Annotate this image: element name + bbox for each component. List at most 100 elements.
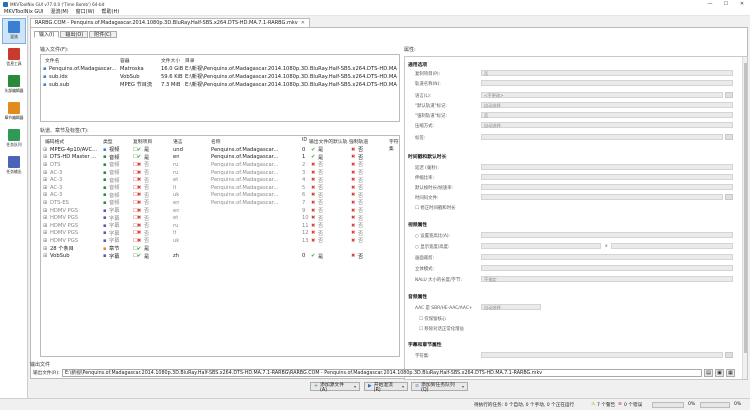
track-row[interactable]: ⊞ HDMV PGS ▪ 字幕 ☐ ✖ 否 lt 12 ✖ 否 ✖ 否 (41, 230, 399, 238)
chevron-down-icon[interactable]: ▾ (462, 384, 464, 389)
track-row[interactable]: ⊞ HDMV PGS ▪ 字幕 ☐ ✖ 否 ru 11 ✖ 否 ✖ 否 (41, 222, 399, 230)
menu-mux[interactable]: 混流(M) (50, 8, 68, 15)
charset-select[interactable] (481, 352, 723, 358)
language-select[interactable]: <不更改> (481, 92, 723, 98)
compression-select[interactable]: 自动选择 (481, 122, 733, 128)
errors-count[interactable]: 0 个错误 (624, 402, 642, 408)
col-header-copy[interactable]: 复制项目 (133, 138, 152, 145)
cross-icon: ✖ (137, 192, 142, 199)
col-header-container[interactable]: 容器 (120, 57, 130, 64)
track-row[interactable]: ⊞ 28 个条目 ▪ 章节 ☐ ✔ 是 (41, 245, 399, 253)
cropping-input[interactable] (481, 254, 733, 260)
chevron-down-icon[interactable]: ▾ (354, 384, 356, 389)
track-row[interactable]: ⊞ HDMV PGS ▪ 字幕 ☐ ✖ 否 et 10 ✖ 否 ✖ 否 (41, 214, 399, 222)
track-row[interactable]: ⊞ MPEG-4p10/AVC... ▪ 视频 ☐ ✔ 是 und Penquins.of.Ma… (41, 146, 399, 154)
properties-scrollbar[interactable] (742, 57, 747, 379)
col-header-codec[interactable]: 编码格式 (45, 138, 64, 145)
display-width-input[interactable] (481, 243, 601, 249)
track-row[interactable]: ⊞ HDMV PGS ▪ 字幕 ☐ ✖ 否 en 9 ✖ 否 ✖ 否 (41, 207, 399, 215)
col-header-forced[interactable]: 强制轨道 (349, 138, 368, 145)
warnings-count[interactable]: 7 个警告 (597, 402, 615, 408)
col-header-language[interactable]: 语言 (173, 138, 183, 145)
track-row[interactable]: ⊞ DTS-HD Master ... ▪ 音频 ☐ ✔ 是 en Penquins.of.Ma… (41, 154, 399, 162)
menu-help[interactable]: 帮助(H) (102, 8, 120, 15)
browse-folder-icon[interactable]: ▤ (704, 369, 713, 377)
output-file-input[interactable]: E:\新视\Penquins.of.Madagascar.2014.1080p.… (62, 369, 702, 377)
file-container: VobSub (120, 73, 140, 80)
col-header-size[interactable]: 文件大小 (161, 57, 180, 64)
language-options-button[interactable] (725, 92, 733, 98)
stereo-mode-select[interactable] (481, 265, 733, 271)
aspect-ratio-input[interactable] (481, 232, 733, 238)
close-button[interactable]: ✕ (734, 0, 750, 8)
tags-input[interactable] (481, 134, 723, 140)
forced-track-select[interactable]: 否 (481, 112, 733, 118)
sidebar-item-chapter-editor[interactable]: 章节编辑器 (3, 100, 25, 124)
col-header-id[interactable]: ID (302, 138, 307, 143)
sidebar-item-info[interactable]: 信息工具 (3, 46, 25, 70)
track-name-input[interactable] (481, 80, 733, 86)
aac-sbr-select[interactable]: 自动选择 (481, 304, 541, 310)
file-row[interactable]: ▪ sub.sub MPEG 节目流 7.3 MiB E:\新视\Penquins.of… (41, 81, 399, 89)
track-row[interactable]: ⊞ VobSub ▪ 字幕 ☐ ✔ 是 zh 0 ✔ 是 ✖ 否 (41, 252, 399, 260)
add-source-button[interactable]: + 添加源文件(A) ▾ (310, 382, 360, 393)
fix-timestamps-checkbox[interactable]: ☐ 修正时间戳和时长 (415, 205, 455, 211)
prop-label: "强制轨道"标记: (415, 114, 447, 119)
track-row[interactable]: ⊞ DTS ▪ 音频 ☐ ✖ 否 ru Penquins.of.Madagascar... 2 ✖ 否… (41, 161, 399, 169)
file-row[interactable]: ▪ sub.idx VobSub 59.6 KiB E:\新视\Penquins.of.… (41, 73, 399, 81)
document-tab[interactable]: RARBG.COM - Penquins.of.Madagascar.2014.… (30, 18, 310, 27)
track-copy: 否 (144, 215, 150, 222)
track-row[interactable]: ⊞ DTS-ES ▪ 音频 ☐ ✖ 否 en Penquins.of.Madagascar...… (41, 199, 399, 207)
tab-output[interactable]: 输出(O) (60, 31, 89, 38)
track-row[interactable]: ⊞ AC-3 ▪ 音频 ☐ ✖ 否 lt Penquins.of.Madagascar... 5 ✖… (41, 184, 399, 192)
nalu-size-select[interactable]: 不指定 (481, 276, 733, 282)
save-output-icon[interactable]: ▣ (715, 369, 724, 377)
file-row[interactable]: ▪ Penquins.of.Madagascar... Matroska 16.0 G… (41, 65, 399, 73)
close-tab-icon[interactable]: ✕ (301, 20, 305, 26)
scrollbar-thumb[interactable] (744, 63, 747, 353)
cross-icon: ✖ (351, 154, 356, 161)
display-size-radio[interactable]: ○ 显示宽度/高度: (415, 244, 450, 250)
start-mux-button[interactable]: ▶ 开始混流(R) ▾ (364, 382, 408, 393)
minimize-button[interactable]: — (702, 0, 718, 8)
track-row[interactable]: ⊞ HDMV PGS ▪ 字幕 ☐ ✖ 否 uk 13 ✖ 否 ✖ 否 (41, 237, 399, 245)
default-track-select[interactable]: 自动选择 (481, 102, 733, 108)
cross-icon: ✖ (311, 184, 316, 191)
stretch-input[interactable] (481, 174, 733, 180)
check-icon: ✔ (137, 245, 142, 252)
col-header-filename[interactable]: 文件名 (45, 57, 59, 64)
tab-attachments[interactable]: 附件(C) (89, 31, 117, 38)
remove-dialnorm-checkbox[interactable]: ☐ 移除对话正常化增益 (419, 326, 464, 332)
chevron-down-icon[interactable]: ▾ (402, 384, 404, 389)
maximize-button[interactable]: ☐ (718, 0, 734, 8)
default-duration-input[interactable] (481, 184, 733, 190)
sidebar-item-job-queue[interactable]: 任务队列 (3, 127, 25, 151)
timecode-browse-button[interactable] (725, 194, 733, 200)
tags-browse-button[interactable] (725, 134, 733, 140)
sidebar-item-header-editor[interactable]: 头部编辑器 (3, 73, 25, 97)
track-default: 是 (318, 147, 324, 154)
timecode-file-input[interactable] (481, 194, 723, 200)
track-row[interactable]: ⊞ AC-3 ▪ 音频 ☐ ✖ 否 et Penquins.of.Madagascar... 4 ✖… (41, 176, 399, 184)
menu-app[interactable]: MKVToolNix GUI (4, 9, 43, 15)
sidebar-item-mux[interactable]: 混流 (2, 18, 26, 44)
copy-item-select[interactable]: 否 (481, 70, 733, 76)
menu-window[interactable]: 窗口(W) (76, 8, 95, 15)
col-header-default[interactable]: 输出文件的默认轨 (309, 138, 347, 145)
charset-options-button[interactable] (725, 352, 733, 358)
aspect-ratio-radio[interactable]: ○ 设置宽高比(A): (415, 233, 450, 239)
col-header-name[interactable]: 名称 (211, 138, 221, 145)
output-options-icon[interactable]: ▦ (726, 369, 735, 377)
core-only-checkbox[interactable]: ☐ 仅保留核心 (419, 316, 446, 322)
sidebar-item-job-output[interactable]: 任务输出 (3, 154, 25, 178)
prop-label: 语言(L): (415, 94, 432, 99)
track-row[interactable]: ⊞ AC-3 ▪ 音频 ☐ ✖ 否 ru Penquins.of.Madagascar... 3 ✖… (41, 169, 399, 177)
track-row[interactable]: ⊞ AC-3 ▪ 音频 ☐ ✖ 否 uk Penquins.of.Madagascar... 6 ✖… (41, 192, 399, 200)
cross-icon: ✖ (351, 253, 356, 260)
add-to-queue-button[interactable]: ≡ 添加到任务队列(Q) ▾ (411, 382, 468, 393)
tab-input[interactable]: 输入(I) (34, 31, 60, 38)
delay-input[interactable] (481, 164, 733, 170)
col-header-directory[interactable]: 目录 (185, 57, 195, 64)
display-height-input[interactable] (611, 243, 733, 249)
col-header-type[interactable]: 类型 (103, 138, 113, 145)
